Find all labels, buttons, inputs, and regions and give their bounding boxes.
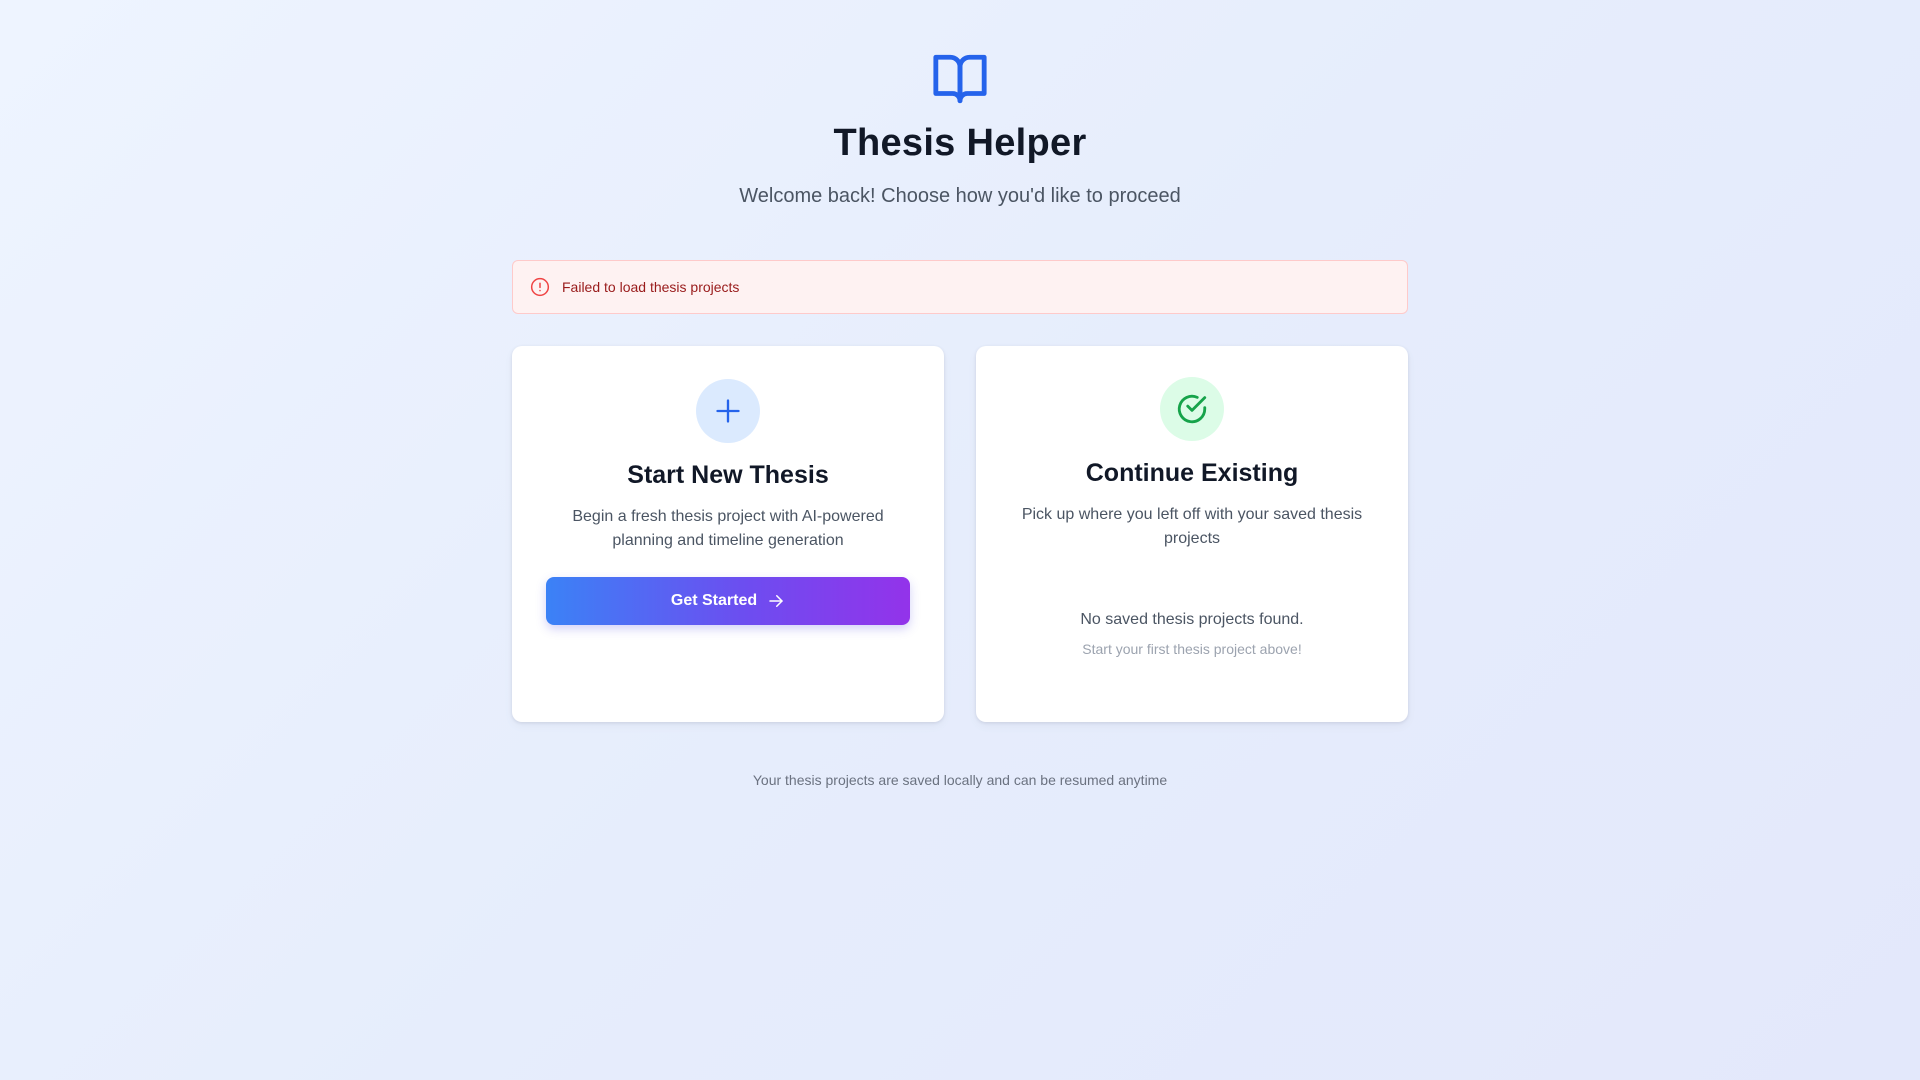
empty-state-title: No saved thesis projects found. (1080, 611, 1304, 628)
existing-title: Continue Existing (1085, 459, 1299, 487)
get-started-label: Get Started (670, 592, 758, 609)
book-open-icon (933, 54, 987, 104)
empty-state-hint: Start your first thesis project above! (1082, 641, 1302, 657)
new-thesis-description: Begin a fresh thesis project with AI-pow… (572, 508, 884, 549)
page-subtitle: Welcome back! Choose how you'd like to p… (739, 185, 1181, 207)
check-circle-icon (1177, 394, 1207, 424)
new-thesis-title: Start New Thesis (627, 461, 829, 489)
existing-description: Pick up where you left off with your sav… (1021, 506, 1363, 547)
start-new-thesis-card: Start New Thesis Begin a fresh thesis pr… (512, 346, 944, 722)
existing-icon-badge (1160, 377, 1224, 441)
page-title: Thesis Helper (833, 122, 1087, 164)
error-alert: Failed to load thesis projects (512, 260, 1408, 314)
error-message: Failed to load thesis projects (562, 279, 740, 295)
get-started-button[interactable]: Get Started (546, 577, 910, 625)
new-thesis-icon-badge (696, 379, 760, 443)
footer-note: Your thesis projects are saved locally a… (752, 772, 1168, 788)
plus-icon (716, 399, 740, 423)
app-header: Thesis Helper Welcome back! Choose how y… (0, 50, 1920, 208)
arrow-right-icon (767, 592, 785, 610)
continue-existing-card: Continue Existing Pick up where you left… (976, 346, 1408, 722)
alert-circle-icon (530, 277, 550, 297)
